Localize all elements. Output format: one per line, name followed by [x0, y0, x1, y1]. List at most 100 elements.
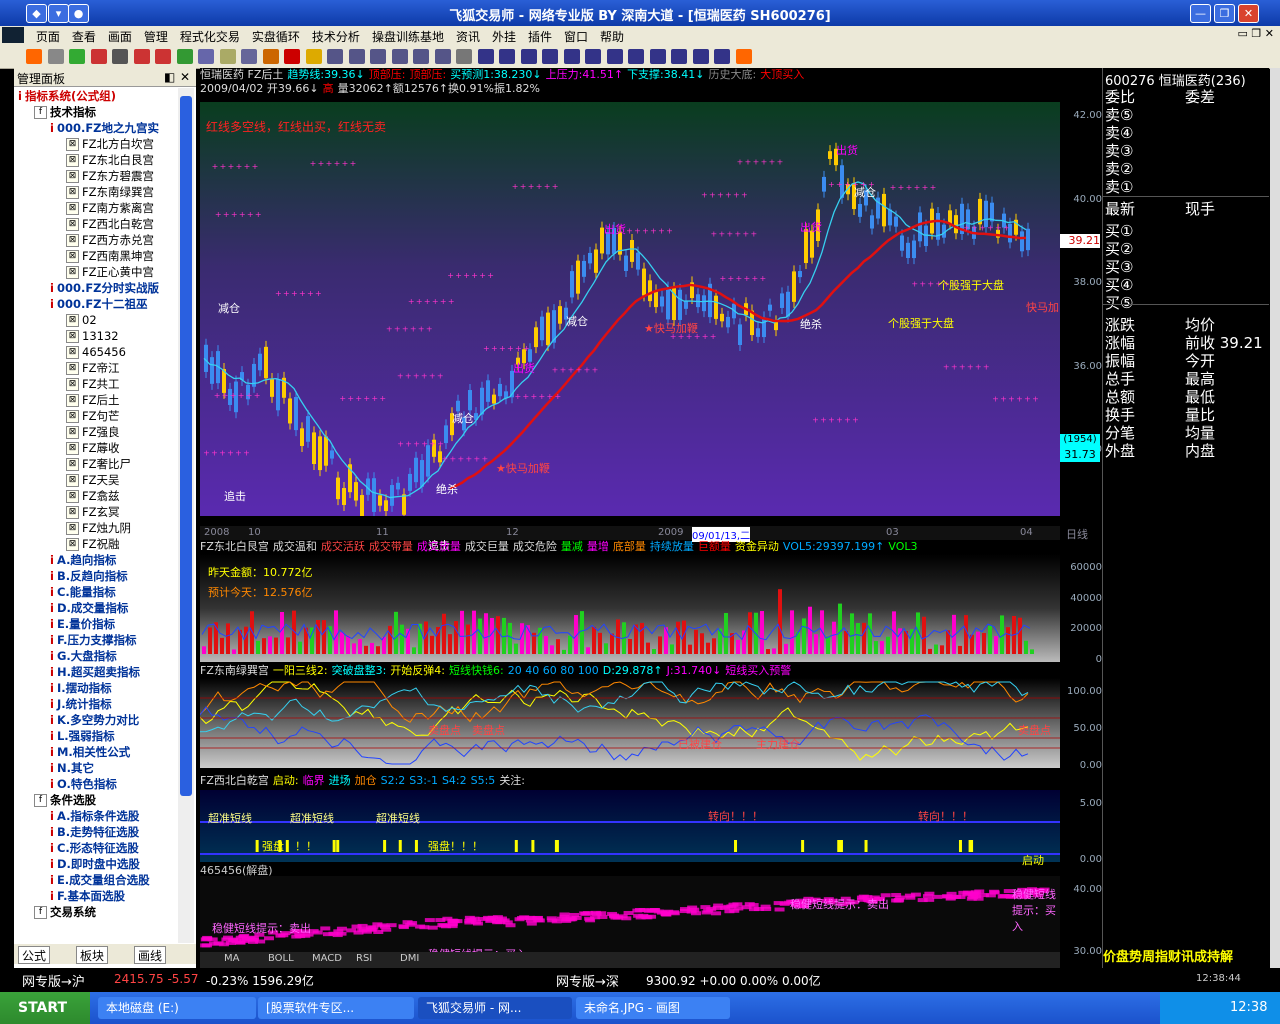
tree-formula-item[interactable]: ⊠ FZ西南黑坤宫 — [66, 248, 154, 264]
toolbar-tool-icon[interactable] — [477, 49, 494, 64]
indicator-tab[interactable]: BOLL — [268, 953, 294, 964]
toolbar-tool-icon[interactable] — [628, 49, 644, 64]
panel-scrollbar[interactable] — [178, 88, 194, 943]
tree-folder-item[interactable]: i O.特色指标 — [50, 776, 117, 792]
toolbar-tool-icon[interactable] — [176, 49, 193, 64]
mdi-controls[interactable]: ▭ ❐ ✕ — [1238, 27, 1274, 40]
tree-folder-item[interactable]: f 技术指标 — [34, 104, 96, 120]
indicator-tab[interactable]: MACD — [312, 953, 342, 964]
toolbar-tool-icon[interactable] — [284, 49, 300, 64]
kdj-chart[interactable]: 卖盘点 卖盘点 卖盘点 已被建仓 主力建仓 — [200, 678, 1060, 768]
toolbar-tool-icon[interactable] — [90, 49, 107, 64]
tree-formula-item[interactable]: ⊠ FZ东方碧震宫 — [66, 168, 154, 184]
tree-formula-item[interactable]: ⊠ FZ帝江 — [66, 360, 120, 376]
toolbar-tool-icon[interactable] — [198, 49, 214, 64]
tree-formula-item[interactable]: ⊠ FZ烛九阴 — [66, 520, 131, 536]
toolbar-tool-icon[interactable] — [692, 49, 709, 64]
tree-folder-item[interactable]: i J.统计指标 — [50, 696, 112, 712]
tree-formula-item[interactable]: ⊠ FZ强良 — [66, 424, 120, 440]
close-button[interactable]: ✕ — [1238, 4, 1259, 23]
toolbar-tool-icon[interactable] — [585, 49, 601, 64]
tree-folder-item[interactable]: i F.压力支撑指标 — [50, 632, 137, 648]
task-feihu[interactable]: 飞狐交易师 - 网... — [418, 997, 572, 1019]
toolbar-tool-icon[interactable] — [671, 49, 687, 64]
tree-folder-item[interactable]: i E.成交量组合选股 — [50, 872, 150, 888]
toolbar-tool-icon[interactable] — [714, 49, 730, 64]
menu-item-8[interactable]: 资讯 — [450, 26, 486, 47]
toolbar-tool-icon[interactable] — [112, 49, 128, 64]
tree-folder-item[interactable]: i N.其它 — [50, 760, 94, 776]
toolbar-tool-icon[interactable] — [47, 49, 64, 64]
volume-chart[interactable]: 昨天金额：10.772亿 预计今天：12.576亿 — [200, 554, 1060, 662]
menu-item-10[interactable]: 插件 — [522, 26, 558, 47]
maximize-button[interactable]: ❐ — [1214, 4, 1235, 23]
tree-folder-item[interactable]: i E.量价指标 — [50, 616, 115, 632]
tree-folder-item[interactable]: i C.形态特征选股 — [50, 840, 139, 856]
signal-chart[interactable]: 超准短线 超准短线 超准短线 转向！！！ 转向！！！ 强盘！！！ 强盘！！！ 启动 — [200, 790, 1060, 867]
tree-folder-item[interactable]: i A.趋向指标 — [50, 552, 116, 568]
tree-folder-item[interactable]: i 000.FZ分时实战版 — [50, 280, 159, 296]
toolbar-tool-icon[interactable] — [520, 49, 537, 64]
toolbar-tool-icon[interactable] — [241, 49, 257, 64]
tree-folder-item[interactable]: i K.多空势力对比 — [50, 712, 139, 728]
menu-item-1[interactable]: 查看 — [66, 26, 102, 47]
menu-item-7[interactable]: 操盘训练基地 — [366, 26, 450, 47]
tab-sector[interactable]: 板块 — [76, 946, 109, 964]
quote-footer-tabs[interactable]: 价盘势周指财讯成持解 — [1103, 946, 1269, 965]
menu-item-6[interactable]: 技术分析 — [306, 26, 366, 47]
tab-drawing[interactable]: 画线 — [134, 946, 167, 964]
tree-folder-item[interactable]: i M.相关性公式 — [50, 744, 130, 760]
tree-folder-item[interactable]: i 000.FZ地之九宫实 — [50, 120, 159, 136]
tree-formula-item[interactable]: ⊠ FZ东南绿巽宫 — [66, 184, 154, 200]
tree-formula-item[interactable]: ⊠ FZ东北白艮宫 — [66, 152, 154, 168]
tree-folder-item[interactable]: i L.强弱指标 — [50, 728, 115, 744]
toolbar-tool-icon[interactable] — [606, 49, 623, 64]
menu-item-2[interactable]: 画面 — [102, 26, 138, 47]
task-local-disk[interactable]: 本地磁盘 (E:) — [98, 997, 256, 1019]
start-button[interactable]: START — [0, 992, 90, 1024]
price-chart[interactable]: + + + + + + + + + + + + + + + + + + + + + + + + + + + + + + + + + + + + + + + +… — [200, 102, 1060, 552]
toolbar-tool-icon[interactable] — [348, 49, 365, 64]
menu-item-11[interactable]: 窗口 — [558, 26, 594, 47]
tree-folder-item[interactable]: i B.反趋向指标 — [50, 568, 128, 584]
indicator-tab[interactable]: RSI — [356, 953, 372, 964]
toolbar-tool-icon[interactable] — [391, 49, 408, 64]
menu-item-5[interactable]: 实盘循环 — [246, 26, 306, 47]
tree-folder-item[interactable]: i H.超买超卖指标 — [50, 664, 140, 680]
tree-formula-item[interactable]: ⊠ FZ西北白乾宫 — [66, 216, 154, 232]
minimize-button[interactable]: — — [1190, 4, 1211, 23]
task-browser[interactable]: [股票软件专区... — [258, 997, 414, 1019]
menu-item-4[interactable]: 程式化交易 — [174, 26, 246, 47]
tree-folder-item[interactable]: i D.成交量指标 — [50, 600, 128, 616]
tree-folder-item[interactable]: i C.能量指标 — [50, 584, 116, 600]
toolbar-tool-icon[interactable] — [413, 49, 429, 64]
tree-formula-item[interactable]: ⊠ FZ南方紫离宫 — [66, 200, 154, 216]
toolbar-tool-icon[interactable] — [26, 49, 42, 64]
tree-formula-item[interactable]: ⊠ FZ奢比尸 — [66, 456, 131, 472]
menu-item-9[interactable]: 外挂 — [486, 26, 522, 47]
toolbar-tool-icon[interactable] — [542, 49, 558, 64]
toolbar-tool-icon[interactable] — [370, 49, 386, 64]
tree-formula-item[interactable]: ⊠ FZ共工 — [66, 376, 120, 392]
tree-formula-item[interactable]: ⊠ FZ西方赤兑宫 — [66, 232, 154, 248]
panel-close-icon[interactable]: ✕ — [180, 70, 190, 84]
indicator-tab[interactable]: MA — [224, 953, 239, 964]
tree-formula-item[interactable]: ⊠ FZ玄冥 — [66, 504, 120, 520]
toolbar-tool-icon[interactable] — [262, 49, 279, 64]
tree-formula-item[interactable]: ⊠ FZ正心黄中宫 — [66, 264, 154, 280]
app-menu-icon[interactable] — [2, 27, 24, 43]
tree-formula-item[interactable]: ⊠ FZ天吴 — [66, 472, 120, 488]
tree-formula-item[interactable]: ⊠ FZ句芒 — [66, 408, 120, 424]
toolbar-tool-icon[interactable] — [219, 49, 236, 64]
tree-folder-item[interactable]: i F.基本面选股 — [50, 888, 125, 904]
indicator-tab[interactable]: DMI — [400, 953, 419, 964]
tree-folder-item[interactable]: f 交易系统 — [34, 904, 96, 920]
tree-folder-item[interactable]: i 指标系统(公式组) — [18, 88, 116, 104]
toolbar-tool-icon[interactable] — [649, 49, 666, 64]
toolbar-tool-icon[interactable] — [499, 49, 515, 64]
toolbar-tool-icon[interactable] — [133, 49, 150, 64]
panel-pin-icon[interactable]: ◧ — [164, 70, 175, 84]
hint-chart[interactable]: 稳健短线提示：卖出稳健短线提示：买入稳健短线提示：卖出稳健短线提示：买入 — [200, 876, 1060, 961]
toolbar-tool-icon[interactable] — [305, 49, 322, 64]
toolbar-tool-icon[interactable] — [563, 49, 580, 64]
